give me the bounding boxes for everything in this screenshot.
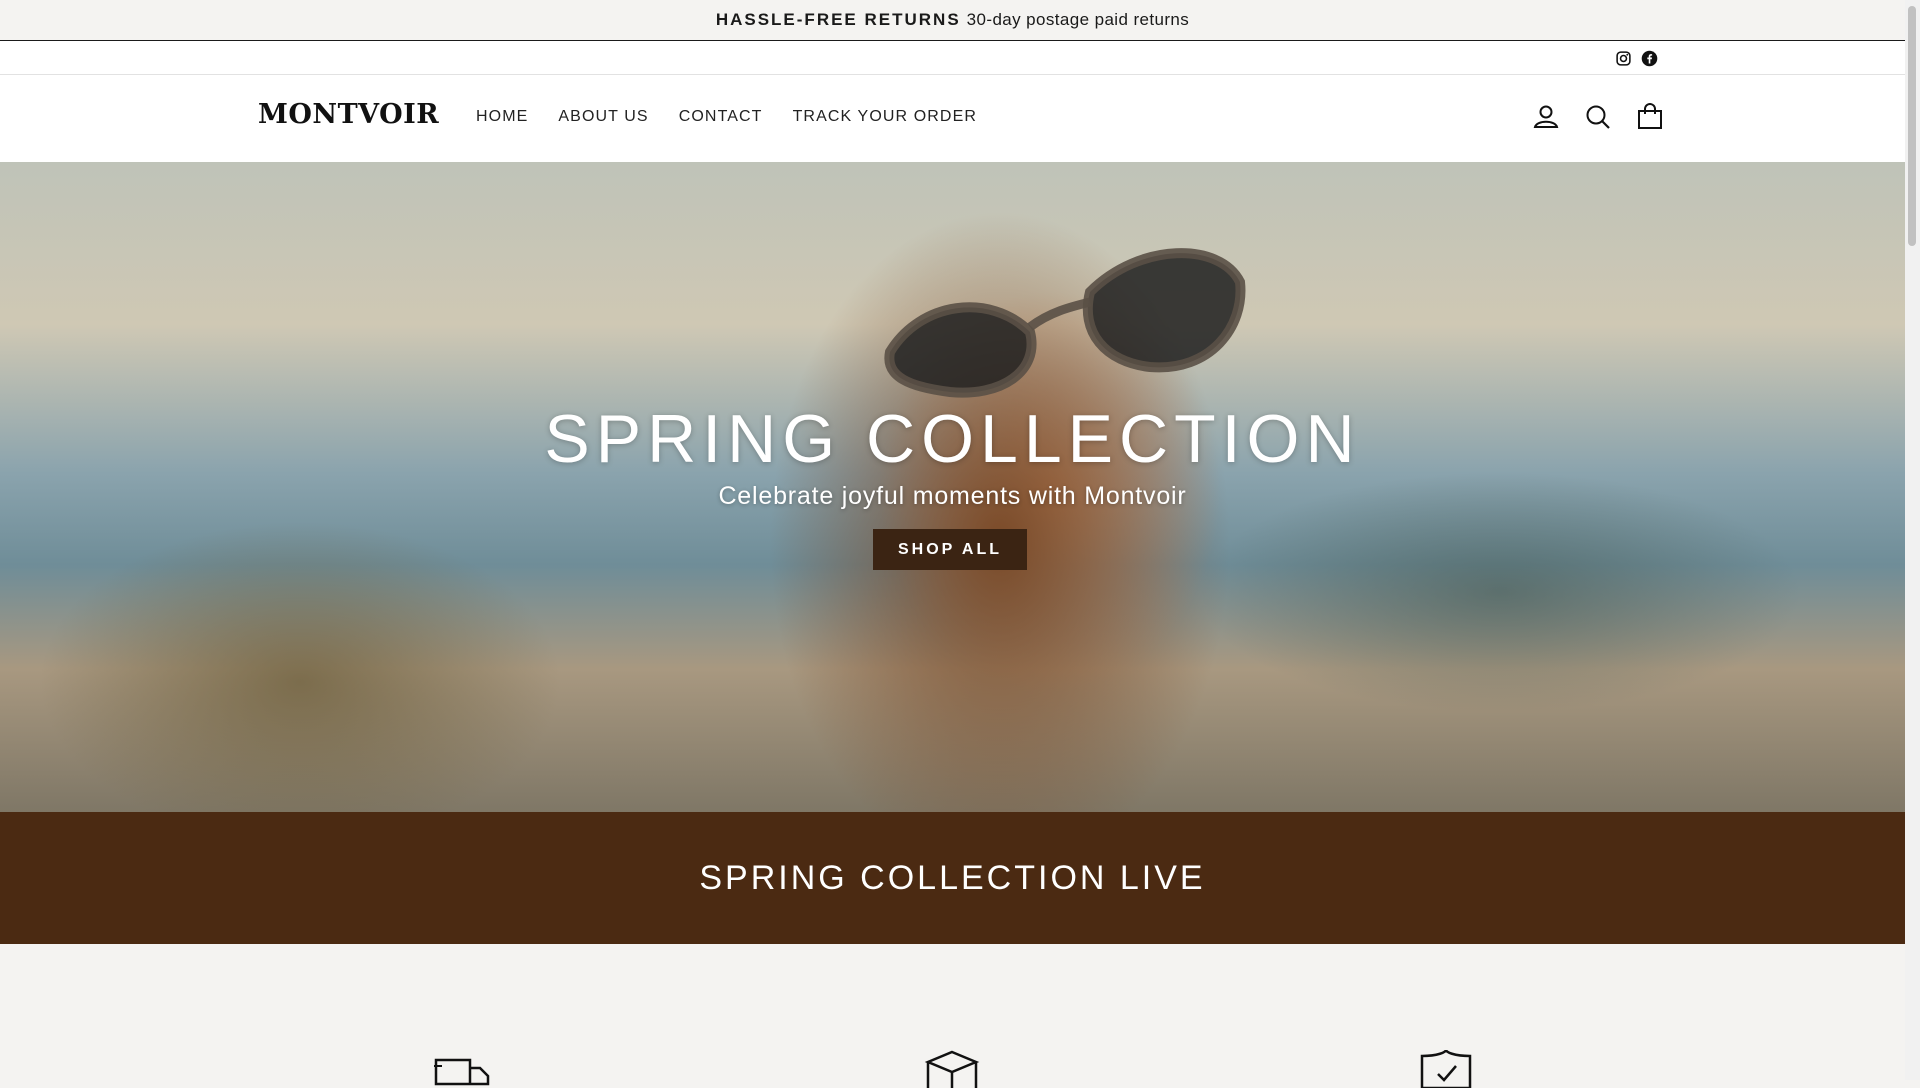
social-bar <box>0 41 1905 75</box>
announcement-strong: HASSLE-FREE RETURNS <box>715 10 961 29</box>
announcement-text: 30-day postage paid returns <box>966 10 1190 29</box>
nav-contact[interactable]: CONTACT <box>679 108 763 126</box>
account-icon[interactable] <box>1531 102 1561 132</box>
shield-check-icon <box>1420 1049 1472 1088</box>
promo-banner: SPRING COLLECTION LIVE <box>0 812 1905 944</box>
instagram-icon[interactable] <box>1615 50 1632 67</box>
hero-image <box>884 248 1246 398</box>
delivery-truck-icon <box>434 1058 490 1086</box>
nav-home[interactable]: HOME <box>476 108 528 126</box>
scrollbar-thumb[interactable] <box>1908 6 1916 246</box>
logo[interactable]: MONTVOIR <box>258 99 439 130</box>
shop-all-button[interactable]: SHOP ALL <box>873 529 1027 570</box>
site-header: MONTVOIR HOME ABOUT US CONTACT TRACK YOU… <box>0 75 1905 162</box>
main-nav: HOME ABOUT US CONTACT TRACK YOUR ORDER <box>461 108 992 126</box>
hero-banner: SPRING COLLECTION Celebrate joyful momen… <box>0 162 1905 812</box>
announcement-bar: HASSLE-FREE RETURNS 30-day postage paid … <box>0 0 1905 41</box>
nav-about-us[interactable]: ABOUT US <box>558 108 648 126</box>
nav-track-order[interactable]: TRACK YOUR ORDER <box>793 108 977 126</box>
cart-icon[interactable] <box>1635 102 1665 132</box>
package-box-icon <box>924 1050 980 1088</box>
facebook-icon[interactable] <box>1641 50 1658 67</box>
hero-title: SPRING COLLECTION <box>544 401 1361 477</box>
scrollbar[interactable] <box>1905 0 1920 1080</box>
hero-subtitle: Celebrate joyful moments with Montvoir <box>718 482 1187 510</box>
promo-banner-text: SPRING COLLECTION LIVE <box>699 858 1206 897</box>
search-icon[interactable] <box>1583 102 1613 132</box>
